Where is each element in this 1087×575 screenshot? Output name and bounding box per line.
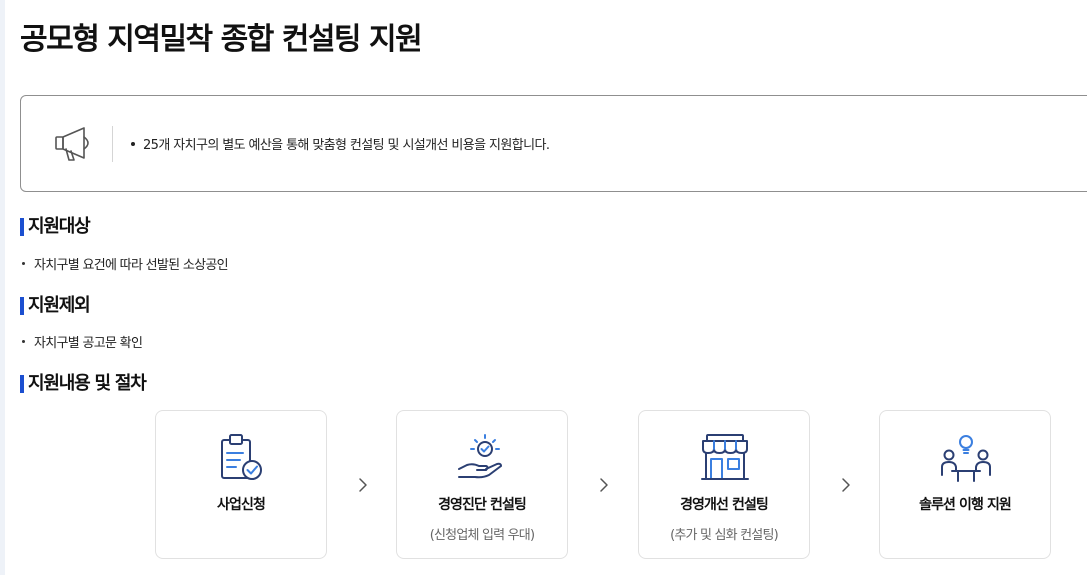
section-heading-target: 지원대상 — [20, 216, 91, 238]
target-item: 자치구별 요건에 따라 선발된 소상공인 — [22, 254, 229, 273]
chevron-right-icon — [600, 478, 608, 492]
chevron-right-icon — [359, 478, 367, 492]
left-background-strip — [0, 0, 5, 575]
step-title: 솔루션 이행 지원 — [919, 497, 1012, 513]
bullet-dot — [131, 141, 135, 146]
step-card-diagnosis-consulting: 경영진단 컨설팅 (신청업체 입력 우대) — [396, 410, 568, 559]
megaphone-icon — [55, 127, 89, 161]
step-title: 경영진단 컨설팅 — [438, 497, 527, 513]
step-card-solution-support: 솔루션 이행 지원 — [879, 410, 1051, 559]
bullet-dot — [22, 262, 25, 265]
step-subtitle: (신청업체 입력 우대) — [429, 528, 535, 543]
exclusion-item: 자치구별 공고문 확인 — [22, 332, 143, 351]
chevron-right-icon — [842, 478, 850, 492]
notice-divider — [112, 126, 113, 162]
section-heading-exclusion: 지원제외 — [20, 295, 91, 317]
step-subtitle: (추가 및 심화 컨설팅) — [670, 528, 779, 543]
meeting-idea-icon — [941, 435, 991, 482]
page-title: 공모형 지역밀착 종합 컨설팅 지원 — [20, 22, 423, 57]
exclusion-item-text: 자치구별 공고문 확인 — [34, 336, 143, 351]
storefront-icon — [701, 434, 749, 480]
notice-text: 25개 자치구의 별도 예산을 통해 맞춤형 컨설팅 및 시설개선 비용을 지원… — [131, 134, 550, 153]
notice-text-content: 25개 자치구의 별도 예산을 통해 맞춤형 컨설팅 및 시설개선 비용을 지원… — [143, 138, 550, 153]
step-card-improvement-consulting: 경영개선 컨설팅 (추가 및 심화 컨설팅) — [638, 410, 810, 559]
hand-lightbulb-icon — [458, 434, 502, 479]
clipboard-check-icon — [221, 434, 262, 480]
bullet-dot — [22, 340, 25, 343]
step-card-application: 사업신청 — [155, 410, 327, 559]
notice-box: 25개 자치구의 별도 예산을 통해 맞춤형 컨설팅 및 시설개선 비용을 지원… — [20, 95, 1087, 192]
target-item-text: 자치구별 요건에 따라 선발된 소상공인 — [34, 258, 229, 273]
step-title: 경영개선 컨설팅 — [680, 497, 769, 513]
step-title: 사업신청 — [217, 497, 266, 513]
section-heading-procedure: 지원내용 및 절차 — [20, 373, 147, 395]
